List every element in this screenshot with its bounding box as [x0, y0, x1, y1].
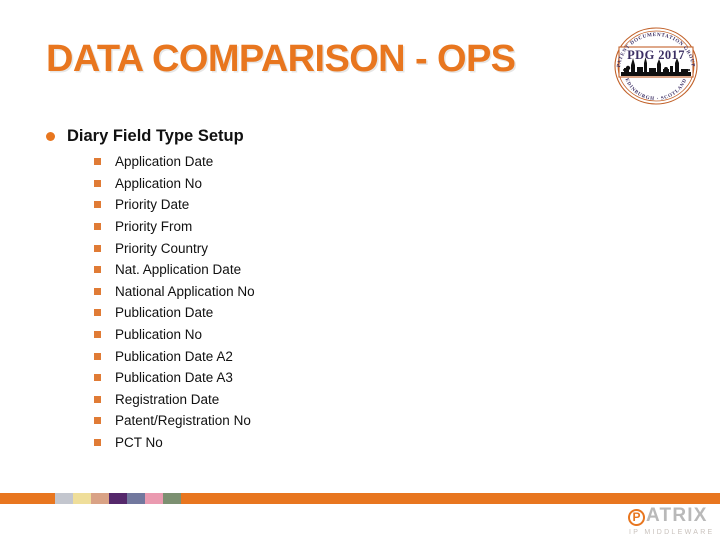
list-item-label: National Application No — [115, 283, 255, 299]
footer-color-swatches — [55, 493, 181, 504]
square-bullet-icon — [94, 309, 101, 317]
list-item: National Application No — [46, 281, 566, 303]
square-bullet-icon — [94, 201, 101, 209]
list-item: Priority Date — [46, 194, 566, 216]
square-bullet-icon — [94, 417, 101, 425]
list-item: Priority From — [46, 216, 566, 238]
patrix-p-circle-icon: P — [628, 508, 645, 526]
list-item-heading: Diary Field Type Setup — [46, 124, 566, 148]
list-item-label: Registration Date — [115, 391, 220, 407]
square-bullet-icon — [94, 244, 101, 252]
list-item-label: PCT No — [115, 435, 163, 451]
list-item: Patent/Registration No — [46, 410, 566, 432]
square-bullet-icon — [94, 331, 101, 339]
square-bullet-icon — [94, 352, 101, 360]
list-item-label: Nat. Application Date — [115, 262, 242, 278]
patrix-logo: P ATRIX IP MIDDLEWARE — [628, 506, 716, 536]
page-title: DATA COMPARISON - OPS — [46, 38, 516, 80]
content-body: Diary Field Type Setup Application Date A… — [46, 124, 566, 453]
list-item: Publication Date — [46, 302, 566, 324]
list-item: Priority Country — [46, 237, 566, 259]
list-item: Publication Date A3 — [46, 367, 566, 389]
swatch-dark-purple — [109, 493, 127, 504]
swatch-sage-green — [163, 493, 181, 504]
square-bullet-icon — [94, 439, 101, 447]
patrix-tagline: IP MIDDLEWARE — [629, 528, 715, 536]
patrix-wordmark: P ATRIX — [628, 506, 716, 526]
swatch-light-gray-blue — [55, 493, 73, 504]
heading-label: Diary Field Type Setup — [67, 126, 244, 145]
list-item-label: Patent/Registration No — [115, 413, 251, 429]
stamp-bottom-arc-text: EDINBURGH · SCOTLAND — [624, 78, 689, 102]
square-bullet-icon — [94, 266, 101, 274]
round-bullet-icon — [46, 131, 55, 141]
square-bullet-icon — [94, 395, 101, 403]
square-bullet-icon — [94, 223, 101, 231]
slide: DATA COMPARISON - OPS PATENT DOCUMENTATI… — [0, 0, 720, 540]
patrix-word: ATRIX — [646, 505, 708, 526]
swatch-pale-yellow — [73, 493, 91, 504]
stamp-center-text: PDG 2017 — [627, 48, 685, 62]
list-item: Nat. Application Date — [46, 259, 566, 281]
list-item: Registration Date — [46, 389, 566, 411]
diary-field-type-list: Application Date Application No Priority D… — [46, 151, 566, 453]
list-item: Application No — [46, 173, 566, 195]
list-item: Application Date — [46, 151, 566, 173]
list-item: Publication No — [46, 324, 566, 346]
list-item-label: Application Date — [115, 154, 214, 170]
square-bullet-icon — [94, 374, 101, 382]
list-item: Publication Date A2 — [46, 345, 566, 367]
list-item-label: Priority From — [115, 219, 193, 235]
list-item-label: Priority Date — [115, 197, 190, 213]
square-bullet-icon — [94, 179, 101, 187]
list-item-label: Publication Date A3 — [115, 370, 233, 386]
list-item-label: Priority Country — [115, 240, 209, 256]
swatch-blue-gray — [127, 493, 145, 504]
swatch-tan — [91, 493, 109, 504]
stamp-dot-right — [688, 69, 690, 71]
list-item-label: Application No — [115, 175, 203, 191]
list-item: PCT No — [46, 432, 566, 454]
list-item-label: Publication Date — [115, 305, 214, 321]
square-bullet-icon — [94, 287, 101, 295]
square-bullet-icon — [94, 158, 101, 166]
list-item-label: Publication Date A2 — [115, 348, 233, 364]
stamp-dot-left — [623, 69, 625, 71]
swatch-pink — [145, 493, 163, 504]
pdg-2017-stamp-logo: PATENT DOCUMENTATION GROUP EDINBURGH · S… — [600, 18, 712, 110]
list-item-label: Publication No — [115, 327, 203, 343]
